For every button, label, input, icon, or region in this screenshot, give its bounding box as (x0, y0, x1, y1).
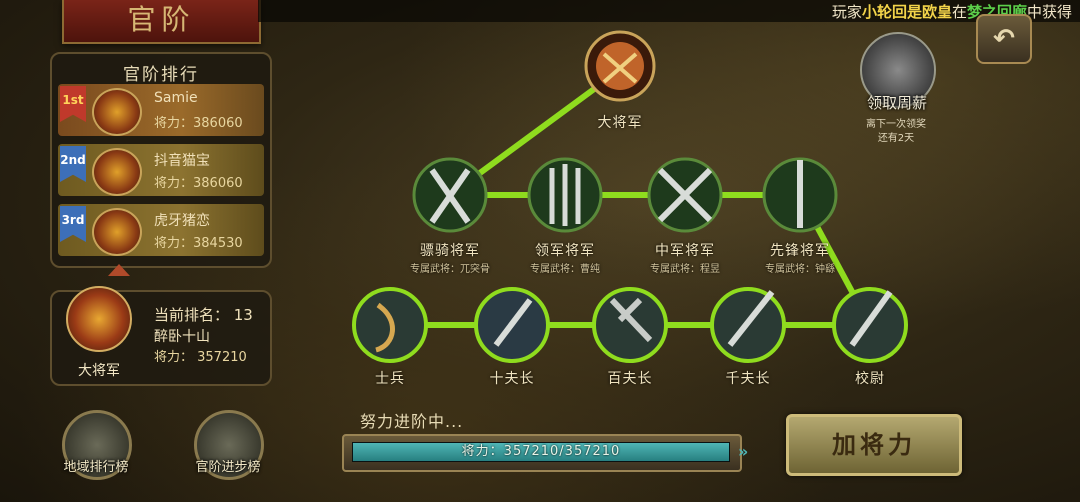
node-sub-n4: 专属武将：钟繇 (765, 264, 835, 275)
node-label-top[interactable]: 大将军 (570, 112, 670, 132)
double-arrow-icon: » (738, 442, 749, 461)
region-rank-button[interactable]: 地域排行榜 (50, 456, 142, 475)
rank-player-power: 将力：386060 (154, 172, 243, 191)
node-label-n2[interactable]: 领军将军 (515, 240, 615, 260)
node-label-n1[interactable]: 骠骑将军 (400, 240, 500, 260)
power-value: 386060 (193, 176, 243, 191)
claim-weekly-salary[interactable]: 领取周薪 (852, 92, 942, 113)
rank-emblem-icon (92, 148, 142, 196)
my-rank-title: 大将军 (78, 363, 120, 379)
node-label-b2[interactable]: 十夫长 (462, 368, 562, 388)
progress-text: 将力：357210/357210 (461, 444, 621, 459)
node-sub-n1: 专属武将：兀突骨 (410, 264, 490, 275)
screen-title-banner: 官阶 (62, 0, 261, 44)
progress-track: 将力：357210/357210 (352, 442, 730, 462)
marquee-prefix: 玩家 (831, 3, 862, 21)
power-label: 将力： (154, 116, 194, 131)
weekly-note-line2: 还有2天 (877, 133, 915, 144)
rank-player-name: 抖音猫宝 (154, 153, 210, 169)
rank-player-name: Samie (154, 90, 198, 106)
rank-progress-button[interactable]: 官阶进步榜 (182, 456, 274, 475)
back-button[interactable]: ↶ (976, 14, 1032, 64)
ranking-title: 官阶排行 (123, 65, 199, 85)
marquee-player: 小轮回是欧皇 (861, 3, 952, 21)
marquee-mid: 在 (951, 3, 967, 21)
power-value: 386060 (193, 116, 243, 131)
weekly-note-line1: 离下一次领奖 (866, 119, 926, 130)
marquee-suffix: 中获得 (1026, 3, 1072, 21)
weekly-countdown: 离下一次领奖 还有2天 (846, 118, 946, 146)
return-arrow-icon: ↶ (993, 24, 1015, 54)
node-sub-n3: 专属武将：程昱 (650, 264, 720, 275)
add-power-button[interactable]: 加将力 (786, 414, 962, 476)
rank-badge: 3rd (60, 206, 86, 242)
my-rank-emblem-icon (66, 286, 132, 352)
node-sub-n2: 专属武将：曹纯 (530, 264, 600, 275)
rank-player-name: 虎牙猪恋 (154, 213, 210, 229)
my-rank-panel: 大将军 当前排名： 13 醉卧十山 将力： 357210 (50, 286, 272, 386)
power-label: 将力： (154, 236, 194, 251)
ranking-row[interactable]: 3rd 虎牙猪恋 将力：384530 (58, 204, 264, 256)
node-label-n4[interactable]: 先锋将军 (750, 240, 850, 260)
node-label-b5[interactable]: 校尉 (820, 368, 920, 388)
rank-emblem-icon (92, 88, 142, 136)
node-label-b3[interactable]: 百夫长 (580, 368, 680, 388)
my-current-rank: 当前排名： 13 (154, 306, 253, 324)
power-value: 384530 (193, 236, 243, 251)
rank-badge: 2nd (60, 146, 86, 182)
node-label-b1[interactable]: 士兵 (340, 368, 440, 388)
my-power: 将力： 357210 (154, 350, 247, 365)
rank-player-power: 将力：384530 (154, 232, 243, 251)
rank-player-power: 将力：386060 (154, 112, 243, 131)
ranking-row[interactable]: 2nd 抖音猫宝 将力：386060 (58, 144, 264, 196)
rank-emblem-icon (92, 208, 142, 256)
power-label: 将力： (154, 176, 194, 191)
rank-badge: 1st (60, 86, 86, 122)
ranking-panel: 官阶排行 1st Samie 将力：386060 2nd 抖音猫宝 将力：386… (50, 52, 272, 268)
power-progress-bar: 将力：357210/357210 (342, 434, 742, 472)
node-label-b4[interactable]: 千夫长 (698, 368, 798, 388)
screen-title: 官阶 (127, 3, 196, 36)
progress-caption: 努力进阶中... (360, 412, 464, 431)
my-player-name: 醉卧十山 (154, 329, 210, 345)
announcement-marquee: 玩家小轮回是欧皇在梦之回廊中获得 (258, 0, 1080, 22)
ranking-row[interactable]: 1st Samie 将力：386060 (58, 84, 264, 136)
node-top-emblem (584, 30, 656, 102)
node-label-n3[interactable]: 中军将军 (635, 240, 735, 260)
